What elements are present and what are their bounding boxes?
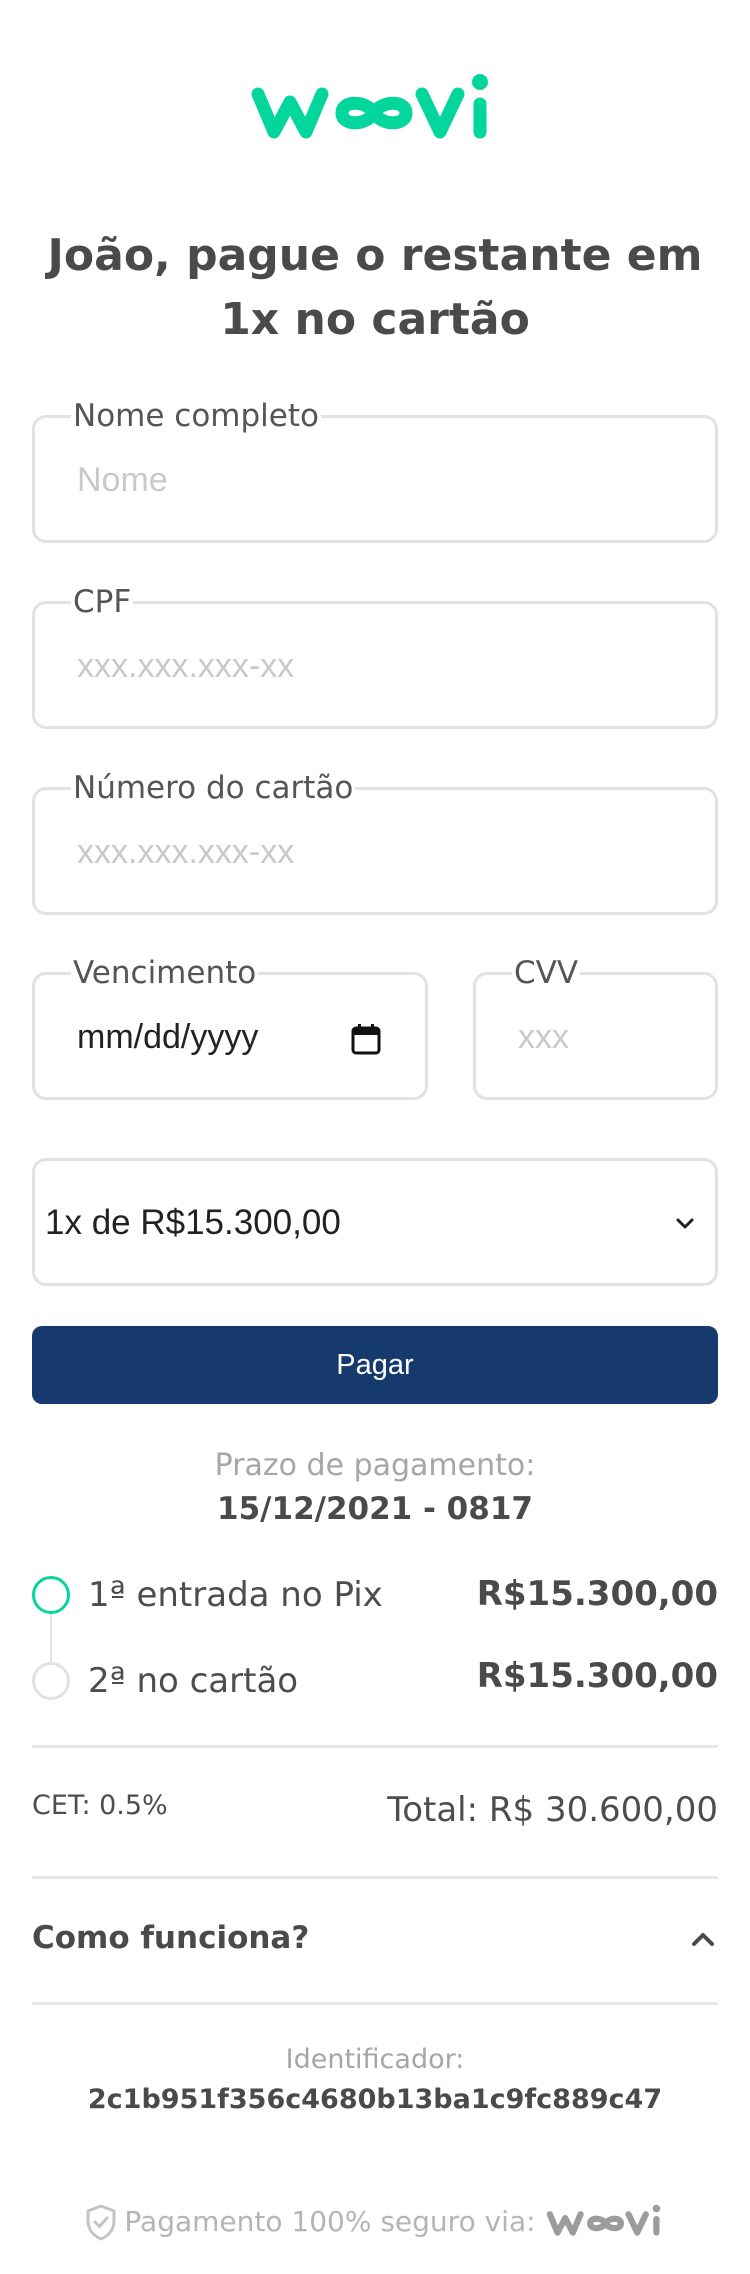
step-2-label: 2ª no cartão	[88, 1661, 299, 1701]
page-title: João, pague o restante em 1x no cartão	[47, 230, 703, 345]
identifier-label: Identificador:	[285, 2044, 465, 2075]
full-name-label: Nome completo	[71, 397, 321, 435]
cpf-placeholder: xxx.xxx.xxx-xx	[77, 647, 295, 685]
deadline-label: Prazo de pagamento:	[214, 1448, 536, 1483]
pay-button[interactable]: Pagar	[32, 1326, 718, 1404]
card-number-label: Número do cartão	[71, 769, 356, 807]
step-1-indicator	[32, 1576, 70, 1614]
step-connector	[50, 1614, 52, 1662]
full-name-field[interactable]: Nome completo Nome	[32, 397, 718, 543]
step-2-indicator	[32, 1662, 70, 1700]
cpf-field[interactable]: CPF xxx.xxx.xxx-xx	[32, 583, 718, 729]
step-1-label: 1ª entrada no Pix	[88, 1575, 383, 1615]
divider	[32, 1876, 718, 1879]
cvv-field[interactable]: CVV xxx	[473, 954, 718, 1100]
chevron-up-icon[interactable]	[690, 1930, 716, 1948]
cvv-label: CVV	[512, 954, 581, 992]
expiry-date-field[interactable]: Vencimento mm/dd/yyyy	[32, 954, 428, 1100]
deadline-value: 15/12/2021 - 0817	[217, 1491, 533, 1527]
woovi-logo	[251, 74, 488, 139]
cpf-label: CPF	[71, 583, 134, 621]
step-2-amount: R$15.300,00	[476, 1656, 718, 1696]
expiry-value: mm/dd/yyyy	[77, 1018, 259, 1056]
step-1-amount: R$15.300,00	[476, 1574, 718, 1614]
calendar-icon[interactable]	[351, 1023, 381, 1055]
cvv-placeholder: xxx	[518, 1018, 569, 1056]
expiry-label: Vencimento	[71, 954, 259, 992]
how-it-works-toggle[interactable]: Como funciona?	[32, 1918, 309, 1958]
installments-value: 1x de R$15.300,00	[45, 1203, 341, 1242]
full-name-placeholder: Nome	[77, 461, 168, 499]
cet-rate: CET: 0.5%	[32, 1790, 168, 1821]
divider	[32, 2002, 718, 2005]
identifier-value: 2c1b951f356c4680b13ba1c9fc889c47	[87, 2084, 663, 2115]
divider	[32, 1745, 718, 1748]
secure-payment-footer: Pagamento 100% seguro via:	[0, 2202, 750, 2250]
card-number-field[interactable]: Número do cartão xxx.xxx.xxx-xx	[32, 769, 718, 915]
card-number-placeholder: xxx.xxx.xxx-xx	[77, 833, 295, 871]
woovi-footer-logo	[546, 2204, 660, 2236]
shield-check-icon	[86, 2204, 116, 2241]
installments-select[interactable]: 1x de R$15.300,00	[32, 1158, 718, 1286]
chevron-down-icon	[676, 1218, 694, 1229]
total-amount: Total: R$ 30.600,00	[387, 1790, 718, 1830]
footer-text: Pagamento 100% seguro via:	[124, 2205, 536, 2238]
